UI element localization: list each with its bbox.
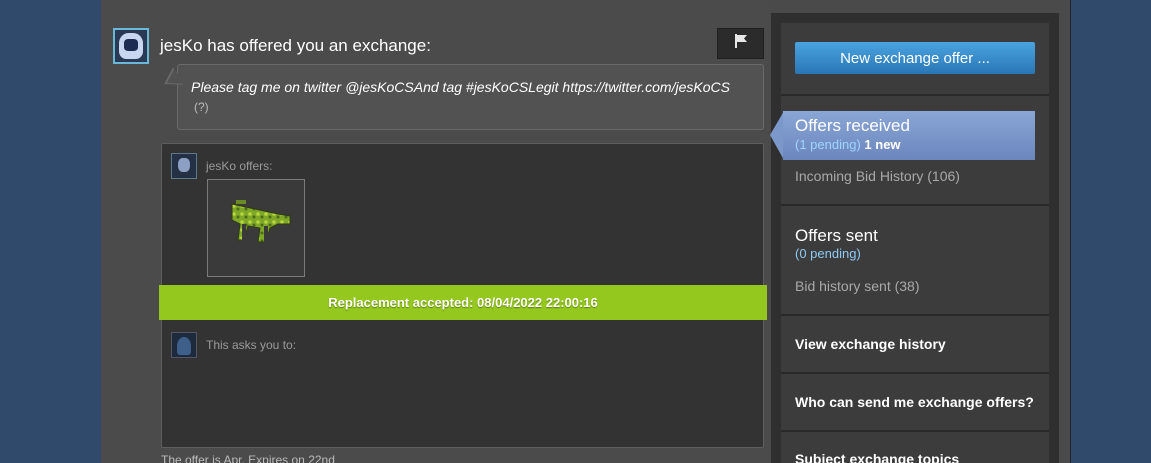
help-link[interactable]: (?) <box>194 100 209 114</box>
divider <box>781 204 1049 206</box>
divider <box>781 372 1049 374</box>
accepted-banner: Replacement accepted: 08/04/2022 22:00:1… <box>159 285 767 320</box>
offers-label: jesKo offers: <box>206 159 273 173</box>
bid-history-sent-link[interactable]: Bid history sent (38) <box>795 278 920 294</box>
selected-arrow <box>770 111 784 160</box>
sent-pending-count: (0 pending) <box>795 246 861 261</box>
incoming-bid-history-link[interactable]: Incoming Bid History (106) <box>795 168 960 184</box>
offers-received-status: (1 pending) 1 new <box>795 137 901 152</box>
offer-message: Please tag me on twitter @jesKoCSAnd tag… <box>191 79 730 95</box>
flag-icon <box>733 33 749 54</box>
subject-topics-link[interactable]: Subject exchange topics <box>795 451 959 463</box>
received-pending-count: (1 pending) <box>795 137 861 152</box>
message-bubble <box>177 64 764 130</box>
sender-avatar[interactable] <box>113 28 149 64</box>
offers-received-title[interactable]: Offers received <box>795 116 910 136</box>
view-exchange-history-link[interactable]: View exchange history <box>795 336 946 352</box>
offer-title: jesKo has offered you an exchange: <box>160 36 431 55</box>
offers-sent-title[interactable]: Offers sent <box>795 226 878 246</box>
divider <box>781 430 1049 432</box>
user-mini-avatar[interactable] <box>171 332 197 358</box>
asks-label: This asks you to: <box>206 338 297 352</box>
report-flag-button[interactable] <box>717 28 764 59</box>
expires-text: The offer is Apr. Expires on 22nd <box>161 453 335 463</box>
accepted-text: Replacement accepted: 08/04/2022 22:00:1… <box>328 295 598 310</box>
offered-item[interactable] <box>207 179 305 277</box>
divider <box>781 314 1049 316</box>
who-can-send-link[interactable]: Who can send me exchange offers? <box>795 394 1034 410</box>
new-offer-button[interactable]: New exchange offer ... <box>795 42 1035 74</box>
sender-mini-avatar[interactable] <box>171 153 197 179</box>
divider <box>781 94 1049 96</box>
received-new-count: 1 new <box>864 137 901 152</box>
smg-weapon-icon <box>208 200 304 280</box>
